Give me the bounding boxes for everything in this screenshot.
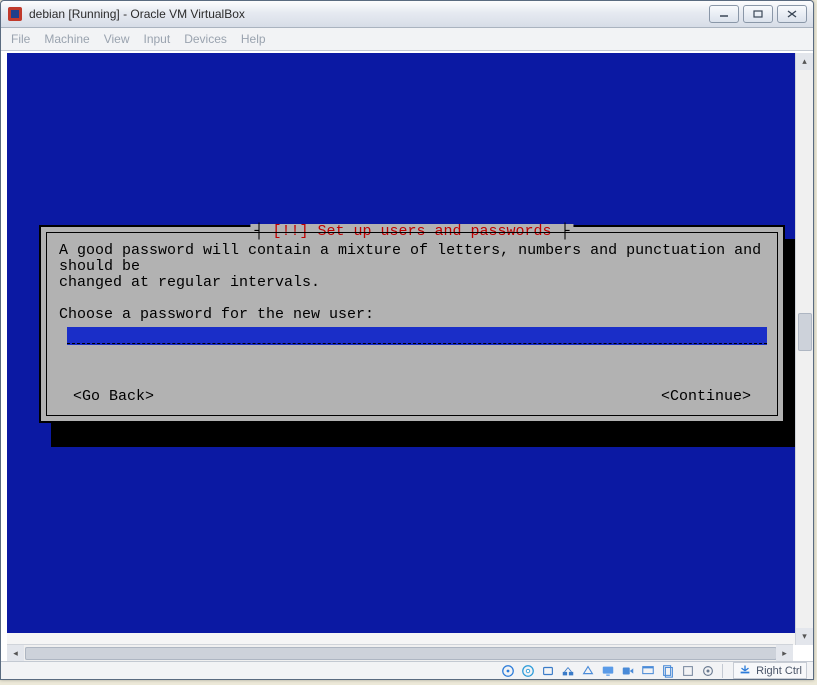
network-icon[interactable] <box>560 663 576 679</box>
go-back-button[interactable]: <Go Back> <box>73 389 154 405</box>
horizontal-scrollbar[interactable]: ◂ ▸ <box>7 644 793 662</box>
scroll-down-button[interactable]: ▾ <box>796 628 813 645</box>
password-input[interactable] <box>67 327 767 345</box>
minimize-button[interactable] <box>709 5 739 23</box>
menu-machine[interactable]: Machine <box>44 32 89 46</box>
password-underline <box>67 341 767 344</box>
vm-screen[interactable]: ┤ [!!] Set up users and passwords ├ A go… <box>7 53 797 633</box>
menu-devices[interactable]: Devices <box>184 32 227 46</box>
scroll-left-button[interactable]: ◂ <box>7 645 24 662</box>
recording-icon[interactable] <box>620 663 636 679</box>
keyboard-icon <box>738 663 752 678</box>
scroll-up-button[interactable]: ▴ <box>796 53 813 70</box>
installer-dialog: ┤ [!!] Set up users and passwords ├ A go… <box>39 225 785 423</box>
window-title: debian [Running] - Oracle VM VirtualBox <box>29 7 709 21</box>
maximize-button[interactable] <box>743 5 773 23</box>
host-key-label: Right Ctrl <box>756 665 802 677</box>
horizontal-scroll-thumb[interactable] <box>25 647 777 660</box>
vertical-scrollbar[interactable]: ▴ ▾ <box>795 53 813 645</box>
menubar: File Machine View Input Devices Help <box>1 28 813 51</box>
dialog-buttons: <Go Back> <Continue> <box>73 389 751 405</box>
drag-drop-icon[interactable] <box>680 663 696 679</box>
optical-drive-icon[interactable] <box>520 663 536 679</box>
menu-file[interactable]: File <box>11 32 30 46</box>
close-button[interactable] <box>777 5 807 23</box>
audio-icon[interactable] <box>640 663 656 679</box>
usb-icon[interactable] <box>540 663 556 679</box>
continue-button[interactable]: <Continue> <box>661 389 751 405</box>
dialog-body: A good password will contain a mixture o… <box>59 243 765 323</box>
dialog-inner: A good password will contain a mixture o… <box>46 232 778 416</box>
content-viewport: ┤ [!!] Set up users and passwords ├ A go… <box>7 53 807 645</box>
app-icon <box>7 6 23 22</box>
host-key-indicator[interactable]: Right Ctrl <box>733 662 807 679</box>
window-buttons <box>709 5 807 23</box>
clipboard-icon[interactable] <box>660 663 676 679</box>
menu-help[interactable]: Help <box>241 32 266 46</box>
virtualbox-window: debian [Running] - Oracle VM VirtualBox … <box>0 0 814 680</box>
hard-disk-icon[interactable] <box>500 663 516 679</box>
statusbar: Right Ctrl <box>1 661 813 679</box>
shared-folders-icon[interactable] <box>580 663 596 679</box>
titlebar[interactable]: debian [Running] - Oracle VM VirtualBox <box>1 1 813 28</box>
scroll-right-button[interactable]: ▸ <box>776 645 793 662</box>
statusbar-separator <box>722 664 723 678</box>
settings-icon[interactable] <box>700 663 716 679</box>
menu-input[interactable]: Input <box>144 32 171 46</box>
display-icon[interactable] <box>600 663 616 679</box>
menu-view[interactable]: View <box>104 32 130 46</box>
vertical-scroll-thumb[interactable] <box>798 313 812 351</box>
